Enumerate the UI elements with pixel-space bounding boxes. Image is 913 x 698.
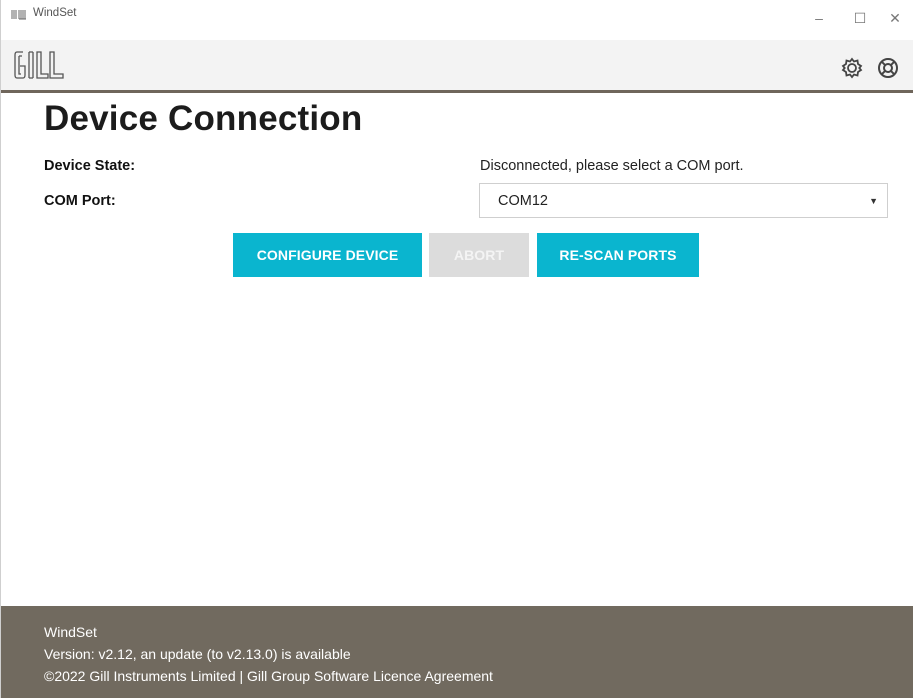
settings-gear-icon[interactable] [841,57,863,79]
dropdown-caret-icon: ▼ [869,196,878,206]
close-button[interactable]: ✕ [879,2,911,34]
app-header [1,40,913,93]
com-port-label: COM Port: [44,193,116,209]
device-state-value: Disconnected, please select a COM port. [480,158,744,174]
footer-app-name: WindSet [44,624,97,640]
device-state-label: Device State: [44,158,136,174]
window-title: WindSet [33,7,77,19]
configure-device-button[interactable]: CONFIGURE DEVICE [233,233,422,277]
rescan-ports-button[interactable]: RE-SCAN PORTS [537,233,699,277]
footer: WindSet Version: v2.12, an update (to v2… [1,606,913,698]
minimize-button[interactable]: – [803,2,835,34]
app-window: WindSet – ☐ ✕ Device Connection Device S… [0,0,913,698]
help-lifebuoy-icon[interactable] [877,57,899,79]
footer-version[interactable]: Version: v2.12, an update (to v2.13.0) i… [44,646,351,662]
com-port-selected-value: COM12 [498,193,548,209]
app-icon [11,9,27,20]
gill-logo [14,51,64,79]
abort-button[interactable]: ABORT [429,233,529,277]
com-port-select[interactable]: COM12 ▼ [479,183,888,218]
footer-copyright[interactable]: ©2022 Gill Instruments Limited | Gill Gr… [44,668,493,684]
page-title: Device Connection [44,99,363,138]
maximize-button[interactable]: ☐ [844,2,876,34]
title-bar: WindSet – ☐ ✕ [1,0,913,40]
